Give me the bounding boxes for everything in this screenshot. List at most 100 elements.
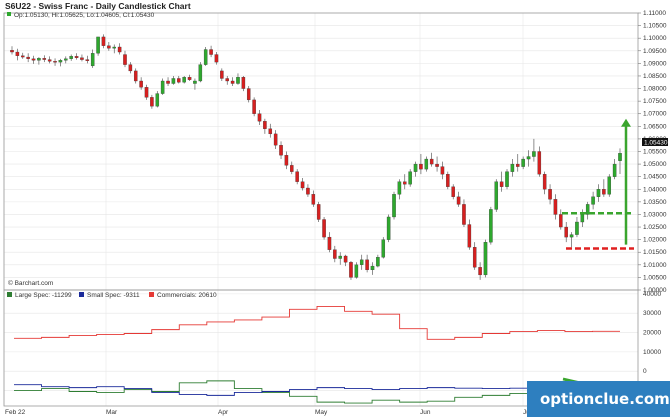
candle-down: [472, 247, 477, 268]
price-tick-label: 1.03500: [643, 199, 667, 206]
candle-down: [257, 113, 262, 122]
candle-down: [429, 158, 434, 165]
candle-down: [456, 196, 461, 205]
candle-up: [359, 259, 364, 265]
candle-down: [548, 189, 552, 200]
candle-up: [203, 49, 208, 65]
candle-up: [160, 80, 165, 94]
candle-series: [10, 34, 622, 280]
price-tick-label: 1.00500: [643, 274, 667, 281]
price-tick-label: 1.02000: [643, 237, 667, 244]
candle-down: [462, 204, 466, 225]
candle-down: [252, 99, 256, 114]
candle-down: [602, 189, 606, 195]
candle-down: [542, 174, 547, 190]
watermark-text: optionclue.com: [540, 390, 670, 408]
chart-root: S6U22 - Swiss Franc - Daily Candlestick …: [0, 0, 670, 417]
candle-up: [489, 209, 493, 243]
candle-down: [220, 70, 224, 79]
candle-up: [569, 234, 574, 238]
candle-up: [37, 58, 41, 61]
x-ticks: Feb 22MarAprMayJunJul: [5, 409, 532, 416]
cot-tick-label: 10000: [643, 349, 661, 356]
candle-up: [526, 156, 531, 160]
chart-title: S6U22 - Swiss Franc - Daily Candlestick …: [5, 1, 191, 11]
price-tick-label: 1.03000: [643, 211, 667, 218]
candle-down: [322, 219, 326, 238]
candle-down: [268, 128, 273, 135]
candle-down: [230, 80, 235, 84]
candle-up: [58, 60, 63, 63]
candle-down: [246, 88, 251, 101]
candle-up: [505, 171, 509, 187]
candle-down: [467, 224, 472, 248]
price-tick-label: 1.01000: [643, 262, 667, 269]
candle-down: [47, 59, 52, 62]
price-tick-label: 1.05000: [643, 161, 667, 168]
candle-up: [155, 93, 160, 107]
candle-down: [26, 56, 30, 59]
candle-up: [386, 216, 391, 240]
candle-down: [311, 194, 316, 205]
candle-up: [532, 151, 536, 157]
chart-canvas: S6U22 - Swiss Franc - Daily Candlestick …: [3, 1, 670, 417]
candle-down: [316, 204, 321, 220]
candle-down: [150, 97, 154, 107]
cot-line-commercials: [14, 305, 620, 340]
candle-down: [133, 70, 138, 82]
price-tick-label: 1.02500: [643, 224, 667, 231]
candle-up: [182, 77, 186, 83]
legend-large-spec: Large Spec: -11299: [15, 292, 72, 299]
candle-down: [553, 199, 558, 215]
price-tick-label: 1.10500: [643, 23, 667, 30]
candle-up: [338, 255, 342, 259]
price-tick-label: 1.01500: [643, 249, 667, 256]
candle-down: [564, 226, 568, 238]
candle-down: [263, 121, 267, 129]
candle-down: [31, 58, 36, 61]
ohlc-readout: Op:1.05130, Hi:1.05625, Lo:1.04605, Cl:1…: [14, 12, 155, 19]
cot-legend: Large Spec: -11299 Small Spec: -9311 Com…: [7, 292, 217, 299]
cot-tick-label: 20000: [643, 330, 661, 337]
candle-up: [483, 242, 488, 276]
candle-down: [300, 181, 305, 189]
cot-tick-label: 0: [643, 368, 647, 375]
price-tick-label: 1.06500: [643, 123, 667, 130]
candle-down: [225, 78, 229, 82]
up-arrow-head: [621, 118, 631, 127]
candle-down: [499, 181, 504, 187]
legend-large-spec-swatch: [7, 292, 12, 297]
candle-down: [107, 45, 111, 49]
legend-commercials-swatch: [149, 292, 154, 297]
candle-down: [446, 174, 450, 187]
candle-up: [591, 196, 595, 205]
price-tick-label: 1.08000: [643, 86, 667, 93]
candle-down: [10, 50, 14, 53]
candle-down: [333, 249, 337, 259]
candle-up: [354, 264, 359, 278]
candle-up: [96, 36, 100, 54]
price-y-ticks: 1.000001.005001.010001.015001.020001.025…: [638, 10, 667, 294]
cot-tick-label: 30000: [643, 310, 661, 317]
candle-down: [284, 155, 289, 166]
price-tick-label: 1.04500: [643, 174, 667, 181]
candle-up: [413, 163, 418, 172]
candle-down: [42, 58, 47, 60]
candle-up: [585, 204, 590, 215]
candle-down: [123, 54, 127, 65]
annotations: [562, 118, 634, 250]
candle-up: [392, 194, 396, 218]
candle-up: [494, 181, 499, 210]
candle-down: [20, 55, 25, 58]
candle-down: [327, 236, 332, 250]
candle-up: [612, 163, 617, 177]
candle-down: [241, 77, 246, 89]
month-label: Feb 22: [5, 409, 26, 416]
candle-down: [451, 186, 455, 197]
candle-down: [187, 77, 192, 80]
candle-down: [440, 166, 445, 175]
candle-down: [15, 51, 20, 56]
candle-down: [365, 259, 369, 271]
price-tick-label: 1.04000: [643, 186, 667, 193]
candle-down: [559, 214, 563, 228]
